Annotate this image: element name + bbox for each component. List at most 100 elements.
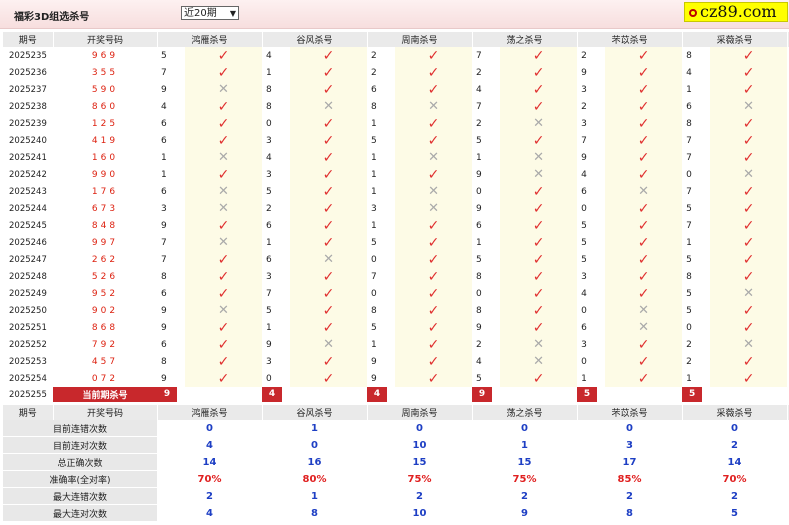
result-mark-cell: ✓	[290, 47, 368, 64]
result-mark-cell: ✓	[290, 302, 368, 319]
stats-value: 75%	[367, 470, 472, 488]
table-row: 20252469977✕1✓5✓1✓5✓1✓5	[3, 234, 789, 251]
table-row: 20252375909✕8✓6✓4✓3✓1✓5	[3, 81, 789, 98]
check-icon: ✓	[637, 166, 650, 183]
stats-value: 0	[682, 420, 787, 437]
current-kill-number: 5	[577, 387, 598, 402]
table-header: 期号开奖号码鸿雁杀号谷风杀号周南杀号荡之杀号芣苡杀号采薇杀号统计	[3, 32, 789, 47]
check-icon: ✓	[427, 81, 440, 98]
kill-number-cell: 9	[371, 356, 377, 367]
cross-icon: ✕	[218, 235, 229, 250]
kill-number-cell: 1	[262, 234, 291, 251]
kill-number-cell: 7	[682, 132, 711, 149]
draw-number-cell: 969	[91, 50, 119, 61]
result-mark-cell: ✓	[710, 64, 788, 81]
check-icon: ✓	[637, 285, 650, 302]
result-mark-cell: ✕	[500, 353, 578, 370]
kill-number-table: 期号开奖号码鸿雁杀号谷风杀号周南杀号荡之杀号芣苡杀号采薇杀号统计 2025235…	[3, 32, 789, 402]
check-icon: ✓	[427, 370, 440, 387]
result-mark-cell: ✓	[185, 251, 263, 268]
result-mark-cell: ✓	[605, 268, 683, 285]
kill-number-cell: 5	[577, 234, 606, 251]
column-header: 谷风杀号	[262, 32, 368, 47]
check-icon: ✓	[637, 64, 650, 81]
kill-number-cell: 0	[577, 302, 606, 319]
kill-number-cell: 4	[476, 84, 482, 95]
period-cell: 2025237	[9, 84, 47, 95]
draw-number-cell: 990	[53, 166, 157, 183]
kill-number-cell: 6	[157, 336, 185, 353]
kill-number-cell: 2	[367, 64, 396, 81]
stats-value: 2	[157, 487, 262, 505]
kill-number-cell: 1	[367, 166, 396, 183]
stats-label: 总正确次数	[3, 453, 157, 471]
result-mark-cell: ✓	[710, 149, 788, 166]
logo-bullet-icon	[689, 8, 697, 17]
kill-number-cell: 4	[682, 64, 711, 81]
kill-number-cell: 8	[367, 98, 396, 115]
result-mark-cell: ✓	[500, 64, 578, 81]
check-icon: ✓	[217, 166, 230, 183]
check-icon: ✓	[742, 217, 755, 234]
result-mark-cell: ✓	[710, 251, 788, 268]
period-cell: 2025238	[3, 98, 53, 115]
kill-number-cell: 0	[581, 356, 587, 367]
kill-number-cell: 8	[682, 268, 711, 285]
result-mark-cell: ✕	[290, 251, 368, 268]
kill-number-cell: 1	[371, 118, 377, 129]
stats-header: 期号开奖号码鸿雁杀号谷风杀号周南杀号荡之杀号芣苡杀号采薇杀号统计	[3, 405, 789, 420]
stats-value: 0	[577, 420, 682, 437]
cross-icon: ✕	[218, 82, 229, 97]
check-icon: ✓	[322, 234, 335, 251]
kill-number-cell: 3	[266, 356, 272, 367]
cross-icon: ✕	[638, 184, 650, 199]
check-icon: ✓	[637, 251, 650, 268]
period-range-select[interactable]: 近20期 ▼	[181, 6, 239, 20]
check-icon: ✓	[322, 200, 335, 217]
cross-icon: ✕	[218, 201, 229, 216]
result-mark-cell: ✓	[185, 353, 263, 370]
result-mark-cell: ✕	[290, 98, 368, 115]
stats-table: 期号开奖号码鸿雁杀号谷风杀号周南杀号荡之杀号芣苡杀号采薇杀号统计 目前连错次数0…	[3, 405, 789, 522]
period-cell: 2025254	[3, 370, 53, 387]
stats-column-header: 周南杀号	[367, 405, 473, 420]
result-mark-cell: ✓	[605, 251, 683, 268]
result-mark-cell: ✓	[500, 132, 578, 149]
result-mark-cell: ✓	[290, 132, 368, 149]
cross-icon: ✕	[743, 99, 755, 114]
kill-number-cell: 7	[157, 64, 185, 81]
kill-number-cell: 1	[371, 220, 377, 231]
draw-number-cell: 868	[91, 322, 119, 333]
check-icon: ✓	[637, 115, 650, 132]
result-mark-cell: ✕	[500, 149, 578, 166]
result-mark-cell: ✓	[185, 64, 263, 81]
stats-row: 目前连对次数40101320	[3, 436, 789, 454]
current-kill-number: 4	[367, 387, 388, 402]
stats-value: 9	[472, 504, 577, 522]
draw-number-cell: 997	[53, 234, 157, 251]
check-icon: ✓	[637, 217, 650, 234]
stats-column-header: 谷风杀号	[262, 405, 368, 420]
period-cell: 2025250	[3, 302, 53, 319]
check-icon: ✓	[217, 47, 230, 64]
check-icon: ✓	[532, 200, 545, 217]
kill-number-cell: 9	[367, 370, 396, 387]
check-icon: ✓	[322, 285, 335, 302]
site-logo[interactable]: cz89.com	[684, 2, 788, 22]
result-mark-cell: ✓	[500, 183, 578, 200]
kill-number-cell: 4	[266, 50, 272, 61]
kill-number-cell: 0	[476, 186, 482, 197]
kill-number-cell: 8	[161, 356, 167, 367]
result-mark-cell: ✓	[605, 370, 683, 387]
result-mark-cell: ✓	[500, 268, 578, 285]
result-mark-cell: ✕	[710, 98, 788, 115]
cross-icon: ✕	[323, 252, 334, 267]
result-mark-cell: ✓	[395, 81, 473, 98]
kill-number-cell: 2	[472, 336, 501, 353]
check-icon: ✓	[427, 64, 440, 81]
table-row: 20252388604✓8✕8✕7✓2✓6✕3	[3, 98, 789, 115]
table-row: 20252429901✓3✓1✓9✕4✓0✕4	[3, 166, 789, 183]
check-icon: ✓	[427, 285, 440, 302]
result-mark-cell: ✓	[290, 200, 368, 217]
kill-number-cell: 7	[476, 50, 482, 61]
